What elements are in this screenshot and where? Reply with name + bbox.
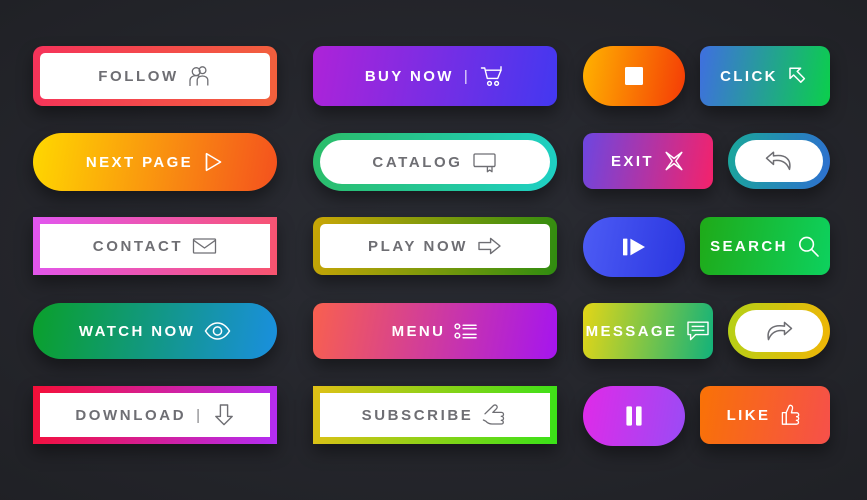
search-label: SEARCH xyxy=(710,237,788,255)
message-label-group: MESSAGE xyxy=(586,320,711,342)
menu-button[interactable]: MENU xyxy=(313,303,557,359)
buy-now-label-group: BUY NOW | xyxy=(365,65,505,87)
stop-button[interactable] xyxy=(583,46,685,106)
play-now-button[interactable]: PLAY NOW xyxy=(313,217,557,275)
pause-label-group xyxy=(623,404,645,428)
play-triangle-outline-icon xyxy=(202,151,224,173)
book-bookmark-icon xyxy=(472,151,498,173)
download-label-group: DOWNLOAD | xyxy=(75,403,234,427)
undo-arrow-icon xyxy=(762,146,796,176)
subscribe-label-group: SUBSCRIBE xyxy=(362,403,509,427)
exit-label-group: EXIT xyxy=(611,150,685,172)
stop-label-group xyxy=(623,65,645,87)
contact-inner-face: CONTACT xyxy=(40,224,270,268)
contact-label: CONTACT xyxy=(92,237,184,255)
share-button[interactable] xyxy=(728,303,830,359)
arrow-right-outline-icon xyxy=(477,235,502,257)
message-label: MESSAGE xyxy=(585,322,678,340)
next-page-label: NEXT PAGE xyxy=(85,153,194,171)
download-button[interactable]: DOWNLOAD | xyxy=(33,386,277,444)
click-button[interactable]: CLICK xyxy=(700,46,830,106)
click-label-group: CLICK xyxy=(720,65,810,88)
users-icon xyxy=(188,65,212,87)
catalog-label: CATALOG xyxy=(372,153,463,171)
download-label: DOWNLOAD xyxy=(75,406,187,424)
download-separator: | xyxy=(196,406,203,424)
follow-inner-face: FOLLOW xyxy=(40,53,270,99)
subscribe-label: SUBSCRIBE xyxy=(361,406,474,424)
share-label-group xyxy=(762,317,796,345)
envelope-icon xyxy=(192,236,217,256)
catalog-inner-face: CATALOG xyxy=(320,140,550,184)
download-arrow-icon xyxy=(213,403,235,427)
watch-now-button[interactable]: WATCH NOW xyxy=(33,303,277,359)
watch-now-label-group: WATCH NOW xyxy=(79,322,231,340)
play-button[interactable] xyxy=(583,217,685,277)
follow-label: FOLLOW xyxy=(98,67,179,85)
search-button[interactable]: SEARCH xyxy=(700,217,830,275)
magnifier-icon xyxy=(797,235,820,258)
thumbs-up-icon xyxy=(779,403,803,427)
follow-label-group: FOLLOW xyxy=(98,65,212,87)
pause-icon xyxy=(623,404,645,428)
play-now-label-group: PLAY NOW xyxy=(368,235,502,257)
contact-label-group: CONTACT xyxy=(93,236,217,256)
search-label-group: SEARCH xyxy=(710,235,820,258)
buy-now-label: BUY NOW xyxy=(364,67,454,85)
next-page-button[interactable]: NEXT PAGE xyxy=(33,133,277,191)
pointing-hand-icon xyxy=(482,403,508,427)
chat-bubble-icon xyxy=(686,320,710,342)
list-bullet-icon xyxy=(454,321,478,341)
buy-now-button[interactable]: BUY NOW | xyxy=(313,46,557,106)
exit-button[interactable]: EXIT xyxy=(583,133,713,189)
like-button[interactable]: LIKE xyxy=(700,386,830,444)
shopping-cart-icon xyxy=(480,65,505,87)
back-inner-face xyxy=(735,140,823,182)
like-label-group: LIKE xyxy=(727,403,804,427)
back-label-group xyxy=(762,146,796,176)
follow-button[interactable]: FOLLOW xyxy=(33,46,277,106)
exit-label: EXIT xyxy=(611,152,654,170)
stop-square-icon xyxy=(623,65,645,87)
menu-label: MENU xyxy=(391,322,446,340)
eye-icon xyxy=(204,322,231,340)
catalog-button[interactable]: CATALOG xyxy=(313,133,557,191)
pause-button[interactable] xyxy=(583,386,685,446)
back-button[interactable] xyxy=(728,133,830,189)
click-label: CLICK xyxy=(720,67,778,85)
download-inner-face: DOWNLOAD | xyxy=(40,393,270,437)
watch-now-label: WATCH NOW xyxy=(78,322,196,340)
message-button[interactable]: MESSAGE xyxy=(583,303,713,359)
share-inner-face xyxy=(735,310,823,352)
play-now-label: PLAY NOW xyxy=(368,237,468,255)
like-label: LIKE xyxy=(726,406,771,424)
next-page-label-group: NEXT PAGE xyxy=(86,151,224,173)
contact-button[interactable]: CONTACT xyxy=(33,217,277,275)
close-x-icon xyxy=(663,150,685,172)
play-now-inner-face: PLAY NOW xyxy=(320,224,550,268)
cursor-arrow-icon xyxy=(787,65,810,88)
share-arrow-icon xyxy=(762,317,796,345)
play-label-group xyxy=(620,235,648,259)
buy-now-separator: | xyxy=(463,67,471,85)
button-board: FOLLOW BUY NOW | CLICK NEXT PAGE CATALOG … xyxy=(0,0,867,500)
menu-label-group: MENU xyxy=(392,321,479,341)
skip-forward-icon xyxy=(620,235,648,259)
catalog-label-group: CATALOG xyxy=(372,151,497,173)
subscribe-inner-face: SUBSCRIBE xyxy=(320,393,550,437)
subscribe-button[interactable]: SUBSCRIBE xyxy=(313,386,557,444)
